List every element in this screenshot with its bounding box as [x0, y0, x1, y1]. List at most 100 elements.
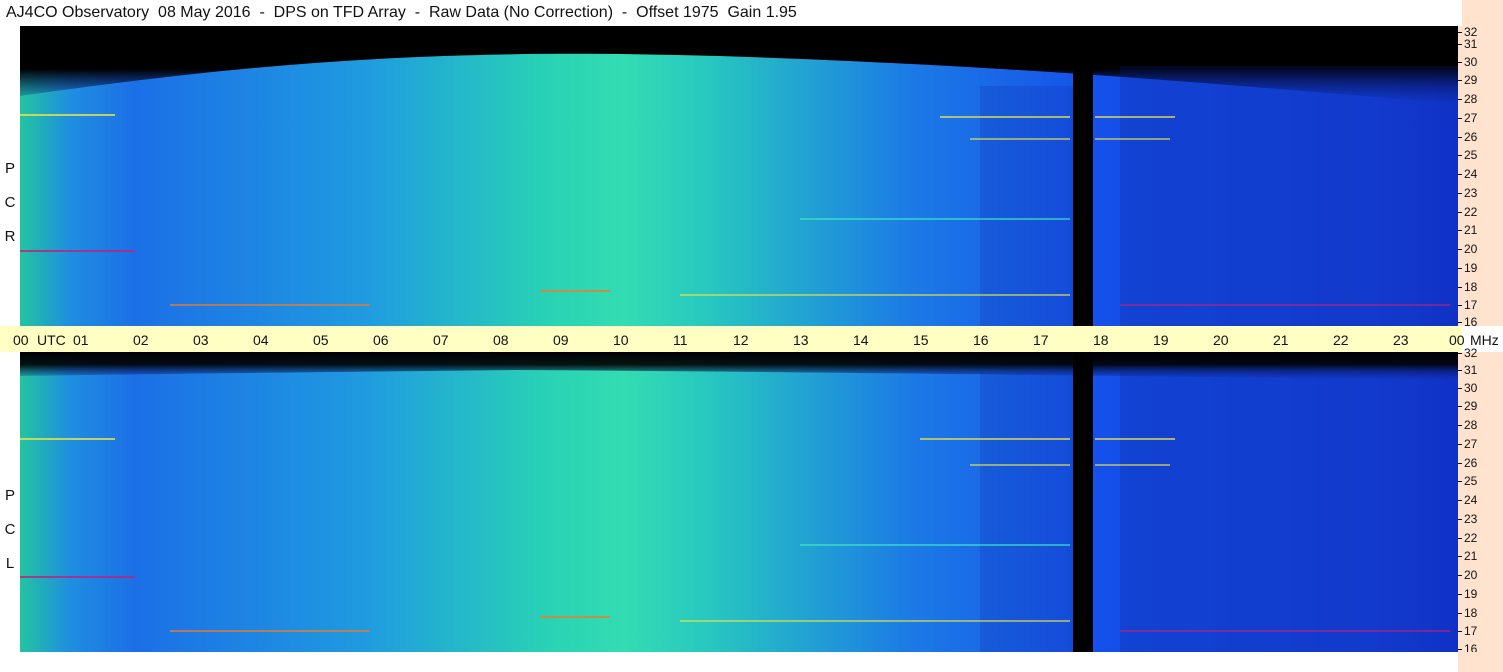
lcp-signal-line [1095, 464, 1170, 466]
time-tick-label: 12 [733, 332, 749, 348]
rcp-signal-line [970, 138, 1070, 140]
time-tick-label: 08 [493, 332, 509, 348]
time-tick-label: UTC [37, 332, 66, 348]
freq-tick-label: 30 [1457, 381, 1478, 395]
freq-tick-label: 24 [1457, 167, 1478, 181]
freq-tick-label: 23 [1457, 512, 1478, 526]
freq-tick-label: 19 [1457, 261, 1478, 275]
time-tick-label: 22 [1333, 332, 1349, 348]
freq-tick-label: 25 [1457, 148, 1478, 162]
time-tick-label: 00 [1449, 332, 1465, 348]
freq-tick-label: 27 [1457, 111, 1478, 125]
utc-time-axis: 00 UTC 01 02 03 04 05 06 07 08 09 10 11 … [0, 326, 1499, 352]
lcp-data-gap [1073, 352, 1093, 652]
freq-tick-label: 26 [1457, 130, 1478, 144]
freq-tick-label: 20 [1457, 568, 1478, 582]
rcp-signal-line [170, 304, 370, 306]
time-tick-label: 10 [613, 332, 629, 348]
freq-tick-label: 28 [1457, 418, 1478, 432]
freq-tick-label: 23 [1457, 186, 1478, 200]
lcp-signal-line [680, 620, 1070, 622]
time-tick-label: 07 [433, 332, 449, 348]
time-tick-label: 11 [673, 332, 688, 348]
freq-tick-label: 22 [1457, 205, 1478, 219]
freq-axis-cap [1462, 0, 1503, 26]
rcp-label-r: R [4, 228, 16, 245]
freq-tick-label: 16 [1457, 315, 1478, 329]
lcp-label-l: L [5, 555, 15, 572]
freq-tick-label: 21 [1457, 223, 1478, 237]
freq-tick-label: 32 [1457, 346, 1478, 360]
time-tick-label: 13 [793, 332, 809, 348]
freq-tick-label: 26 [1457, 456, 1478, 470]
time-tick-label: 04 [253, 332, 269, 348]
time-tick-label: 21 [1273, 332, 1289, 348]
freq-tick-label: 29 [1457, 399, 1478, 413]
rcp-data-gap [1073, 26, 1093, 326]
freq-tick-label: 21 [1457, 549, 1478, 563]
rcp-signal-line [20, 114, 115, 116]
rcp-signal-line [20, 250, 135, 252]
freq-tick-label: 20 [1457, 242, 1478, 256]
lcp-signal-line [800, 544, 1070, 546]
time-tick-label: 06 [373, 332, 389, 348]
freq-tick-label: 28 [1457, 92, 1478, 106]
rcp-spectrogram [20, 26, 1458, 326]
lcp-signal-line [20, 576, 135, 578]
freq-tick-label: 31 [1457, 37, 1478, 51]
freq-tick-label: 24 [1457, 493, 1478, 507]
time-tick-label: 20 [1213, 332, 1229, 348]
time-tick-label: 02 [133, 332, 149, 348]
lcp-signal-line [1120, 630, 1450, 632]
time-tick-label: 05 [313, 332, 329, 348]
time-tick-label: 18 [1093, 332, 1109, 348]
rcp-signal-line [800, 218, 1070, 220]
lcp-label-p: P [4, 487, 15, 504]
freq-tick-label: 27 [1457, 437, 1478, 451]
freq-tick-label: 18 [1457, 280, 1478, 294]
lcp-signal-line [970, 464, 1070, 466]
rcp-label-c: C [4, 194, 16, 211]
rcp-frequency-axis: 32 31 30 29 28 27 26 25 24 23 22 21 20 1… [1457, 25, 1503, 329]
lcp-spectrogram [20, 352, 1458, 652]
chart-title: AJ4CO Observatory 08 May 2016 - DPS on T… [6, 4, 797, 21]
lcp-signal-line [20, 438, 115, 440]
time-tick-label: 09 [553, 332, 569, 348]
rcp-signal-line [540, 290, 610, 292]
time-tick-label: 03 [193, 332, 209, 348]
time-tick-label: 17 [1033, 332, 1049, 348]
freq-tick-label: 29 [1457, 73, 1478, 87]
freq-tick-label: 17 [1457, 298, 1478, 312]
time-tick-label: 14 [853, 332, 869, 348]
freq-tick-label: 17 [1457, 624, 1478, 638]
time-tick-label: 15 [913, 332, 929, 348]
freq-tick-label: 25 [1457, 474, 1478, 488]
rcp-signal-line [940, 116, 1070, 118]
bottom-margin [0, 652, 1458, 672]
lcp-label-c: C [4, 521, 16, 538]
lcp-frequency-axis: 32 31 30 29 28 27 26 25 24 23 22 21 20 1… [1457, 346, 1503, 656]
time-tick-label: 16 [973, 332, 989, 348]
rcp-dome-shading [20, 26, 1458, 326]
lcp-signal-line [920, 438, 1070, 440]
title-bar: AJ4CO Observatory 08 May 2016 - DPS on T… [0, 0, 1462, 26]
freq-axis-tail [1458, 652, 1503, 672]
lcp-signal-line [170, 630, 370, 632]
time-tick-label: 23 [1393, 332, 1409, 348]
rcp-signal-line [1095, 138, 1170, 140]
lcp-dome-shading [20, 352, 1458, 652]
time-tick-label: 01 [73, 332, 89, 348]
rcp-signal-line [1095, 116, 1175, 118]
rcp-label-p: P [4, 160, 15, 177]
lcp-signal-line [540, 616, 610, 618]
time-tick-label: 00 [13, 332, 29, 348]
rcp-signal-line [1120, 304, 1450, 306]
freq-tick-label: 18 [1457, 606, 1478, 620]
freq-tick-label: 19 [1457, 587, 1478, 601]
freq-tick-label: 31 [1457, 363, 1478, 377]
freq-tick-label: 30 [1457, 55, 1478, 69]
time-tick-label: 19 [1153, 332, 1169, 348]
lcp-signal-line [1095, 438, 1175, 440]
freq-tick-label: 22 [1457, 531, 1478, 545]
rcp-signal-line [680, 294, 1070, 296]
